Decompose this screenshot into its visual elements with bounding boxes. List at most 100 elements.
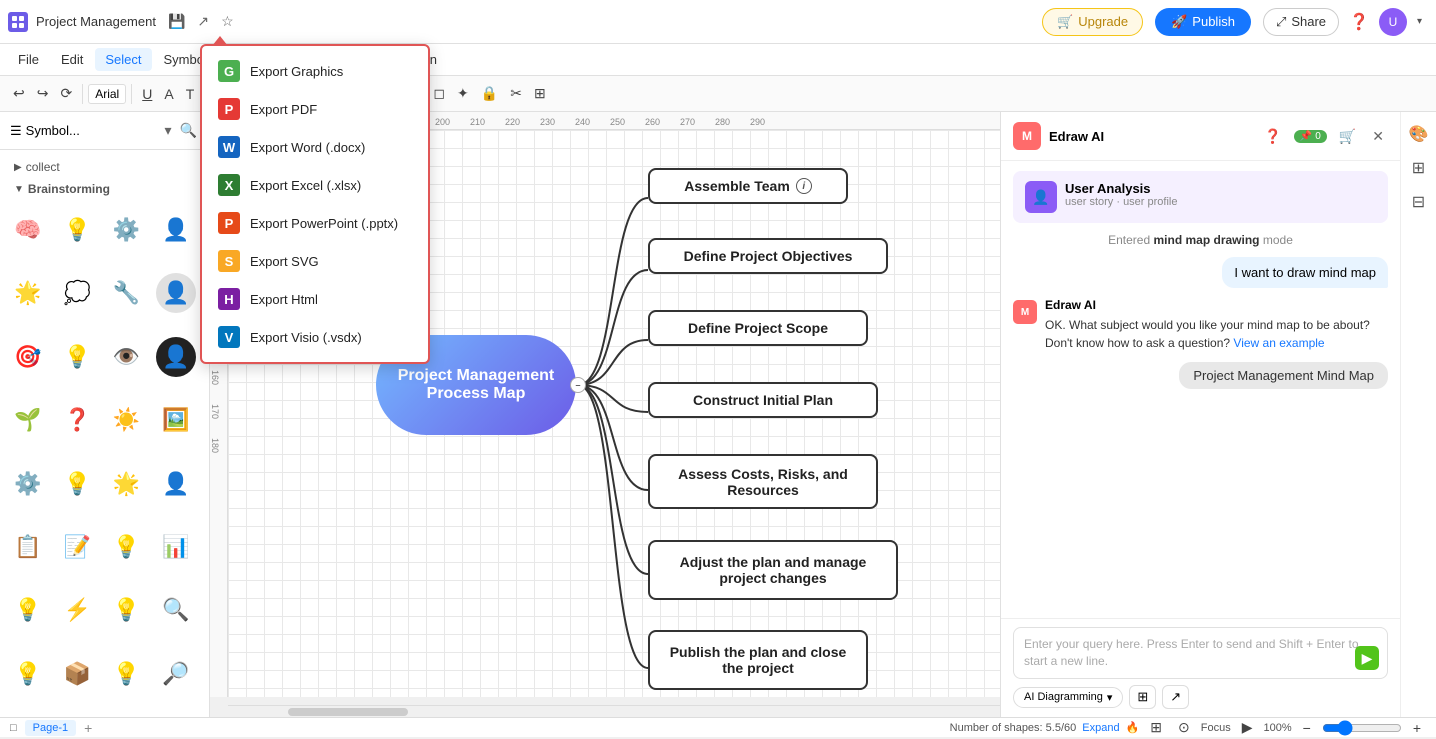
share-button[interactable]: ⤢ Share	[1263, 8, 1339, 36]
table-btn[interactable]: ⊞	[529, 82, 551, 105]
sidebar-icon-29[interactable]: 📦	[57, 654, 97, 694]
sidebar-icon-3[interactable]: 👤	[156, 210, 196, 250]
right-icon-palette[interactable]: 🎨	[1405, 120, 1433, 148]
ai-user-analysis-card[interactable]: 👤 User Analysis user story · user profil…	[1013, 171, 1388, 223]
add-page-btn[interactable]: +	[84, 720, 92, 736]
lock-btn[interactable]: 🔒	[476, 82, 503, 105]
font-color-btn[interactable]: A	[159, 83, 178, 105]
sidebar-icon-19[interactable]: 👤	[156, 464, 196, 504]
sidebar-section-brainstorming[interactable]: ▼ Brainstorming	[8, 178, 201, 200]
sidebar-icon-11[interactable]: 👤	[156, 337, 196, 377]
font-size-btn[interactable]: T	[181, 83, 200, 105]
sidebar-icon-4[interactable]: 🌟	[8, 273, 48, 313]
sidebar-icon-18[interactable]: 🌟	[107, 464, 147, 504]
sidebar-icon-27[interactable]: 🔍	[156, 590, 196, 630]
sidebar-icon-23[interactable]: 📊	[156, 527, 196, 567]
sidebar-icon-0[interactable]: 🧠	[8, 210, 48, 250]
star-btn[interactable]: ☆	[217, 11, 238, 32]
copy-style-btn[interactable]: ✦	[452, 82, 474, 105]
ai-mode-selector[interactable]: AI Diagramming ▾	[1013, 687, 1123, 708]
publish-button[interactable]: 🚀 Publish	[1155, 8, 1251, 36]
layers-bottom-btn[interactable]: ⊞	[1145, 716, 1167, 739]
underline-btn[interactable]: U	[137, 83, 157, 105]
sidebar-icon-21[interactable]: 📝	[57, 527, 97, 567]
sidebar-icon-14[interactable]: ☀️	[107, 400, 147, 440]
menu-edit[interactable]: Edit	[51, 48, 93, 71]
sidebar-icon-15[interactable]: 🖼️	[156, 400, 196, 440]
expand-btn[interactable]: Expand	[1082, 722, 1119, 734]
page-tab-1[interactable]: Page-1	[25, 720, 76, 736]
branch-construct-plan[interactable]: Construct Initial Plan	[648, 382, 878, 418]
sidebar-expand-btn[interactable]: ▾	[163, 120, 174, 141]
ai-action-icon2[interactable]: ↗	[1162, 685, 1189, 709]
sidebar-icon-31[interactable]: 🔎	[156, 654, 196, 694]
cut-btn[interactable]: ✂	[505, 82, 527, 105]
zoom-in-btn[interactable]: +	[1408, 717, 1426, 739]
sidebar-icon-6[interactable]: 🔧	[107, 273, 147, 313]
h-scrollbar[interactable]	[228, 705, 1000, 717]
export-html-item[interactable]: H Export Html	[202, 280, 428, 318]
menu-file[interactable]: File	[8, 48, 49, 71]
avatar-dropdown-btn[interactable]: ▾	[1411, 12, 1428, 31]
help-button[interactable]: ❓	[1343, 8, 1375, 36]
upgrade-button[interactable]: 🛒 Upgrade	[1042, 8, 1143, 36]
sidebar-icon-13[interactable]: ❓	[57, 400, 97, 440]
sidebar-icon-26[interactable]: 💡	[107, 590, 147, 630]
save-icon-btn[interactable]: 💾	[164, 11, 189, 32]
right-icon-layers[interactable]: ⊞	[1408, 154, 1429, 182]
sidebar-icon-20[interactable]: 📋	[8, 527, 48, 567]
export-graphics-item[interactable]: G Export Graphics	[202, 52, 428, 90]
ai-help-btn[interactable]: ❓	[1260, 126, 1285, 147]
redo2-btn[interactable]: ⟳	[55, 82, 77, 105]
branch-assess-costs[interactable]: Assess Costs, Risks, and Resources	[648, 454, 878, 509]
export-svg-item[interactable]: S Export SVG	[202, 242, 428, 280]
sidebar-icon-7[interactable]: 👤	[156, 273, 196, 313]
collapse-handle[interactable]: –	[570, 377, 586, 393]
sidebar-search-btn[interactable]: 🔍	[178, 120, 199, 141]
undo-btn[interactable]: ↩	[8, 82, 30, 105]
play-btn[interactable]: ▶	[1237, 716, 1258, 739]
sidebar-icon-16[interactable]: ⚙️	[8, 464, 48, 504]
sidebar-icon-1[interactable]: 💡	[57, 210, 97, 250]
right-icon-grid[interactable]: ⊟	[1408, 188, 1429, 216]
export-pdf-item[interactable]: P Export PDF	[202, 90, 428, 128]
export-excel-item[interactable]: X Export Excel (.xlsx)	[202, 166, 428, 204]
ai-close-btn[interactable]: ✕	[1368, 126, 1388, 147]
sidebar-icon-8[interactable]: 🎯	[8, 337, 48, 377]
export-pptx-item[interactable]: P Export PowerPoint (.pptx)	[202, 204, 428, 242]
sidebar-icon-2[interactable]: ⚙️	[107, 210, 147, 250]
sidebar-icon-28[interactable]: 💡	[8, 654, 48, 694]
share-alt-btn[interactable]: ↗	[193, 11, 213, 32]
sidebar-section-collect[interactable]: ▶ collect	[8, 156, 201, 178]
zoom-slider[interactable]	[1322, 720, 1402, 736]
sidebar-icon-12[interactable]: 🌱	[8, 400, 48, 440]
sidebar-icon-5[interactable]: 💭	[57, 273, 97, 313]
ai-user-bubble2[interactable]: Project Management Mind Map	[1179, 362, 1388, 389]
info-icon-0[interactable]: i	[796, 178, 812, 194]
branch-publish-plan[interactable]: Publish the plan and close the project	[648, 630, 868, 690]
branch-define-objectives[interactable]: Define Project Objectives	[648, 238, 888, 274]
branch-define-scope[interactable]: Define Project Scope	[648, 310, 868, 346]
ai-example-link[interactable]: View an example	[1233, 336, 1324, 350]
sidebar-icon-10[interactable]: 👁️	[107, 337, 147, 377]
sidebar-icon-17[interactable]: 💡	[57, 464, 97, 504]
ai-cart-btn[interactable]: 🛒	[1335, 126, 1360, 147]
sidebar-icon-22[interactable]: 💡	[107, 527, 147, 567]
shadow-btn[interactable]: ◻	[428, 82, 450, 105]
branch-adjust-plan[interactable]: Adjust the plan and manage project chang…	[648, 540, 898, 600]
export-visio-item[interactable]: V Export Visio (.vsdx)	[202, 318, 428, 356]
redo-btn[interactable]: ↪	[32, 82, 54, 105]
sidebar-icon-30[interactable]: 💡	[107, 654, 147, 694]
focus-btn[interactable]: ⊙	[1173, 716, 1195, 739]
export-word-item[interactable]: W Export Word (.docx)	[202, 128, 428, 166]
sidebar-icon-24[interactable]: 💡	[8, 590, 48, 630]
user-avatar[interactable]: U	[1379, 8, 1407, 36]
ai-action-icon1[interactable]: ⊞	[1129, 685, 1156, 709]
h-scrollbar-thumb[interactable]	[288, 708, 408, 716]
sidebar-icon-9[interactable]: 💡	[57, 337, 97, 377]
zoom-out-btn[interactable]: −	[1298, 717, 1316, 739]
ai-send-button[interactable]: ▶	[1355, 646, 1379, 670]
font-selector[interactable]: Arial	[88, 84, 126, 104]
sidebar-icon-25[interactable]: ⚡	[57, 590, 97, 630]
branch-assemble-team[interactable]: Assemble Team i	[648, 168, 848, 204]
